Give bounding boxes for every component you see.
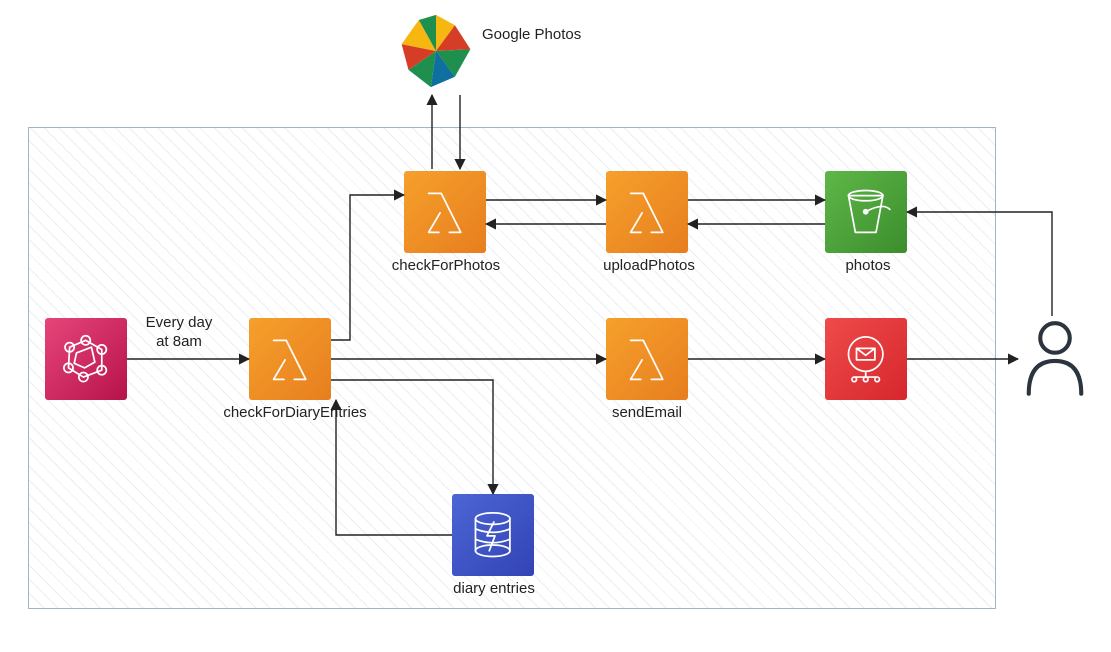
- diagram-canvas: Google Photos Every day at 8am checkForD…: [0, 0, 1111, 652]
- photos-bucket-icon: [825, 171, 907, 253]
- eventbridge-icon: [45, 318, 127, 400]
- check-for-photos-icon: [404, 171, 486, 253]
- diary-entries-label: diary entries: [444, 580, 544, 599]
- google-photos-icon: [393, 8, 479, 94]
- diary-entries-icon: [452, 494, 534, 576]
- ses-icon: [825, 318, 907, 400]
- schedule-label: Every day at 8am: [134, 314, 224, 352]
- check-for-diary-entries-icon: [249, 318, 331, 400]
- upload-photos-icon: [606, 171, 688, 253]
- user-icon: [1022, 315, 1088, 397]
- send-email-icon: [606, 318, 688, 400]
- send-email-label: sendEmail: [606, 404, 688, 423]
- upload-photos-label: uploadPhotos: [594, 257, 704, 276]
- check-for-photos-label: checkForPhotos: [386, 257, 506, 276]
- check-for-diary-entries-label: checkForDiaryEntries: [210, 404, 380, 423]
- google-photos-label: Google Photos: [482, 26, 581, 45]
- photos-bucket-label: photos: [828, 257, 908, 276]
